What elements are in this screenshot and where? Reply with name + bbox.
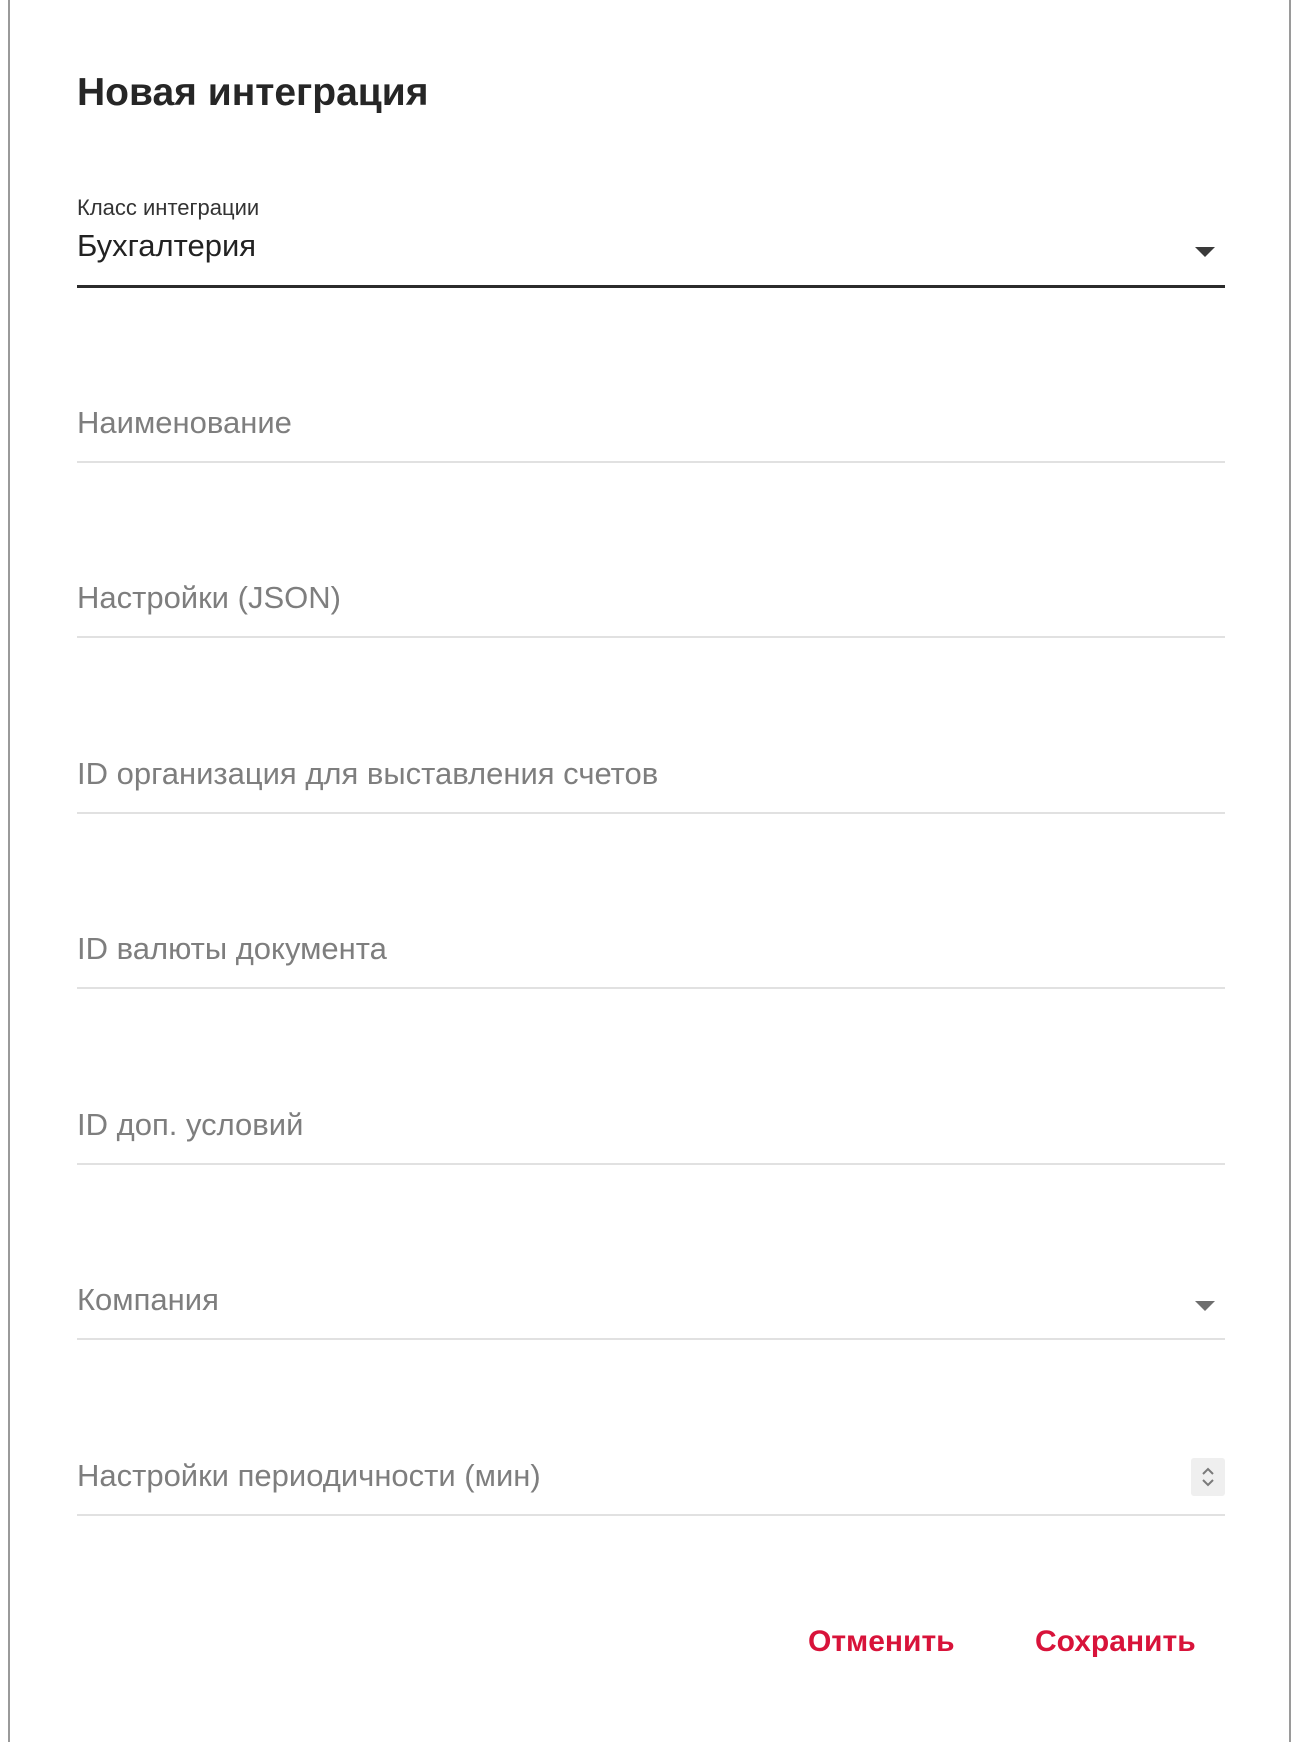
company-underline xyxy=(77,1338,1225,1340)
integration-class-value: Бухгалтерия xyxy=(77,228,257,263)
interval-underline xyxy=(77,1514,1225,1516)
save-button[interactable]: Сохранить xyxy=(1035,1625,1196,1659)
name-underline xyxy=(77,461,1225,463)
chevron-down-icon[interactable] xyxy=(1195,247,1215,257)
extra-terms-id-underline xyxy=(77,1163,1225,1165)
name-placeholder: Наименование xyxy=(77,405,292,440)
cancel-button[interactable]: Отменить xyxy=(808,1625,955,1659)
billing-org-id-underline xyxy=(77,812,1225,814)
billing-org-id-field[interactable]: ID организация для выставления счетов xyxy=(77,756,1225,816)
integration-class-select[interactable]: Класс интеграции Бухгалтерия xyxy=(77,195,1225,290)
company-placeholder: Компания xyxy=(77,1282,219,1317)
currency-id-underline xyxy=(77,987,1225,989)
extra-terms-id-placeholder: ID доп. условий xyxy=(77,1107,304,1142)
interval-field[interactable]: Настройки периодичности (мин) xyxy=(77,1458,1225,1518)
billing-org-id-placeholder: ID организация для выставления счетов xyxy=(77,756,659,791)
extra-terms-id-field[interactable]: ID доп. условий xyxy=(77,1107,1225,1167)
settings-json-placeholder: Настройки (JSON) xyxy=(77,580,341,615)
new-integration-dialog: Новая интеграция Класс интеграции Бухгал… xyxy=(8,0,1291,1742)
name-field[interactable]: Наименование xyxy=(77,405,1225,465)
chevron-down-icon[interactable] xyxy=(1195,1301,1215,1311)
integration-class-label: Класс интеграции xyxy=(77,195,260,220)
integration-class-underline xyxy=(77,285,1225,288)
settings-json-field[interactable]: Настройки (JSON) xyxy=(77,580,1225,640)
company-select[interactable]: Компания xyxy=(77,1282,1225,1342)
currency-id-placeholder: ID валюты документа xyxy=(77,931,387,966)
dialog-title: Новая интеграция xyxy=(77,71,429,114)
settings-json-underline xyxy=(77,636,1225,638)
interval-placeholder: Настройки периодичности (мин) xyxy=(77,1458,541,1493)
stepper-icon[interactable] xyxy=(1191,1458,1225,1496)
currency-id-field[interactable]: ID валюты документа xyxy=(77,931,1225,991)
